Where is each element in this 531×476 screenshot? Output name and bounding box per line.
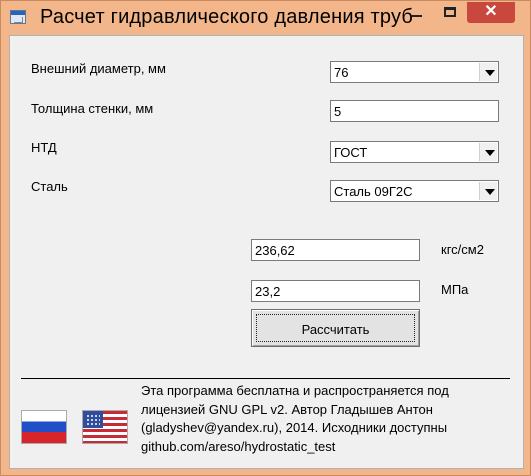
outer-diameter-combobox[interactable]: 76	[330, 61, 499, 83]
us-flag-canton	[83, 411, 103, 428]
footer-line-4: github.com/areso/hydrostatic_test	[141, 439, 336, 454]
window-title: Расчет гидравлического давления труб	[40, 6, 414, 28]
app-icon	[10, 10, 26, 24]
ntd-combobox[interactable]: ГОСТ	[330, 141, 499, 163]
steel-combobox[interactable]: Сталь 09Г2С	[330, 180, 499, 202]
title-bar[interactable]: Расчет гидравлического давления труб ✕	[1, 1, 530, 35]
russian-flag-icon[interactable]	[21, 410, 67, 444]
chevron-down-icon[interactable]	[479, 143, 497, 161]
us-flag-icon[interactable]	[82, 410, 128, 444]
calculate-button-label: Рассчитать	[301, 322, 370, 337]
pressure-kgf-value: 236,62	[255, 243, 295, 258]
chevron-down-icon[interactable]	[479, 63, 497, 81]
close-icon: ✕	[484, 3, 498, 20]
ntd-label: НТД	[31, 140, 57, 155]
ntd-value: ГОСТ	[334, 145, 368, 160]
pressure-kgf-unit: кгс/см2	[441, 242, 484, 257]
wall-thickness-input[interactable]: 5	[330, 100, 499, 122]
footer-line-1: Эта программа бесплатна и распространяет…	[141, 383, 449, 398]
close-button[interactable]: ✕	[467, 2, 515, 23]
app-window: Расчет гидравлического давления труб ✕ В…	[0, 0, 531, 476]
minimize-icon	[411, 15, 422, 17]
pressure-kgf-output[interactable]: 236,62	[251, 239, 420, 261]
wall-thickness-value: 5	[334, 104, 342, 119]
pressure-mpa-output[interactable]: 23,2	[251, 280, 420, 302]
outer-diameter-value: 76	[334, 65, 349, 80]
main-panel: Внешний диаметр, мм 76 Толщина стенки, м…	[9, 35, 524, 469]
pressure-mpa-value: 23,2	[255, 284, 281, 299]
outer-diameter-label: Внешний диаметр, мм	[31, 61, 166, 76]
maximize-button[interactable]	[437, 2, 463, 23]
footer-line-2: лицензией GNU GPL v2. Автор Гладышев Ант…	[141, 402, 433, 417]
calculate-button[interactable]: Рассчитать	[251, 309, 420, 347]
horizontal-separator	[21, 378, 510, 379]
steel-label: Сталь	[31, 179, 68, 194]
chevron-down-icon[interactable]	[479, 182, 497, 200]
footer-line-3: (gladyshev@yandex.ru), 2014. Исходники д…	[141, 420, 448, 435]
minimize-button[interactable]	[403, 2, 430, 23]
maximize-icon	[444, 7, 456, 17]
pressure-mpa-unit: МПа	[441, 282, 469, 297]
steel-value: Сталь 09Г2С	[334, 184, 413, 199]
wall-thickness-label: Толщина стенки, мм	[31, 101, 154, 116]
